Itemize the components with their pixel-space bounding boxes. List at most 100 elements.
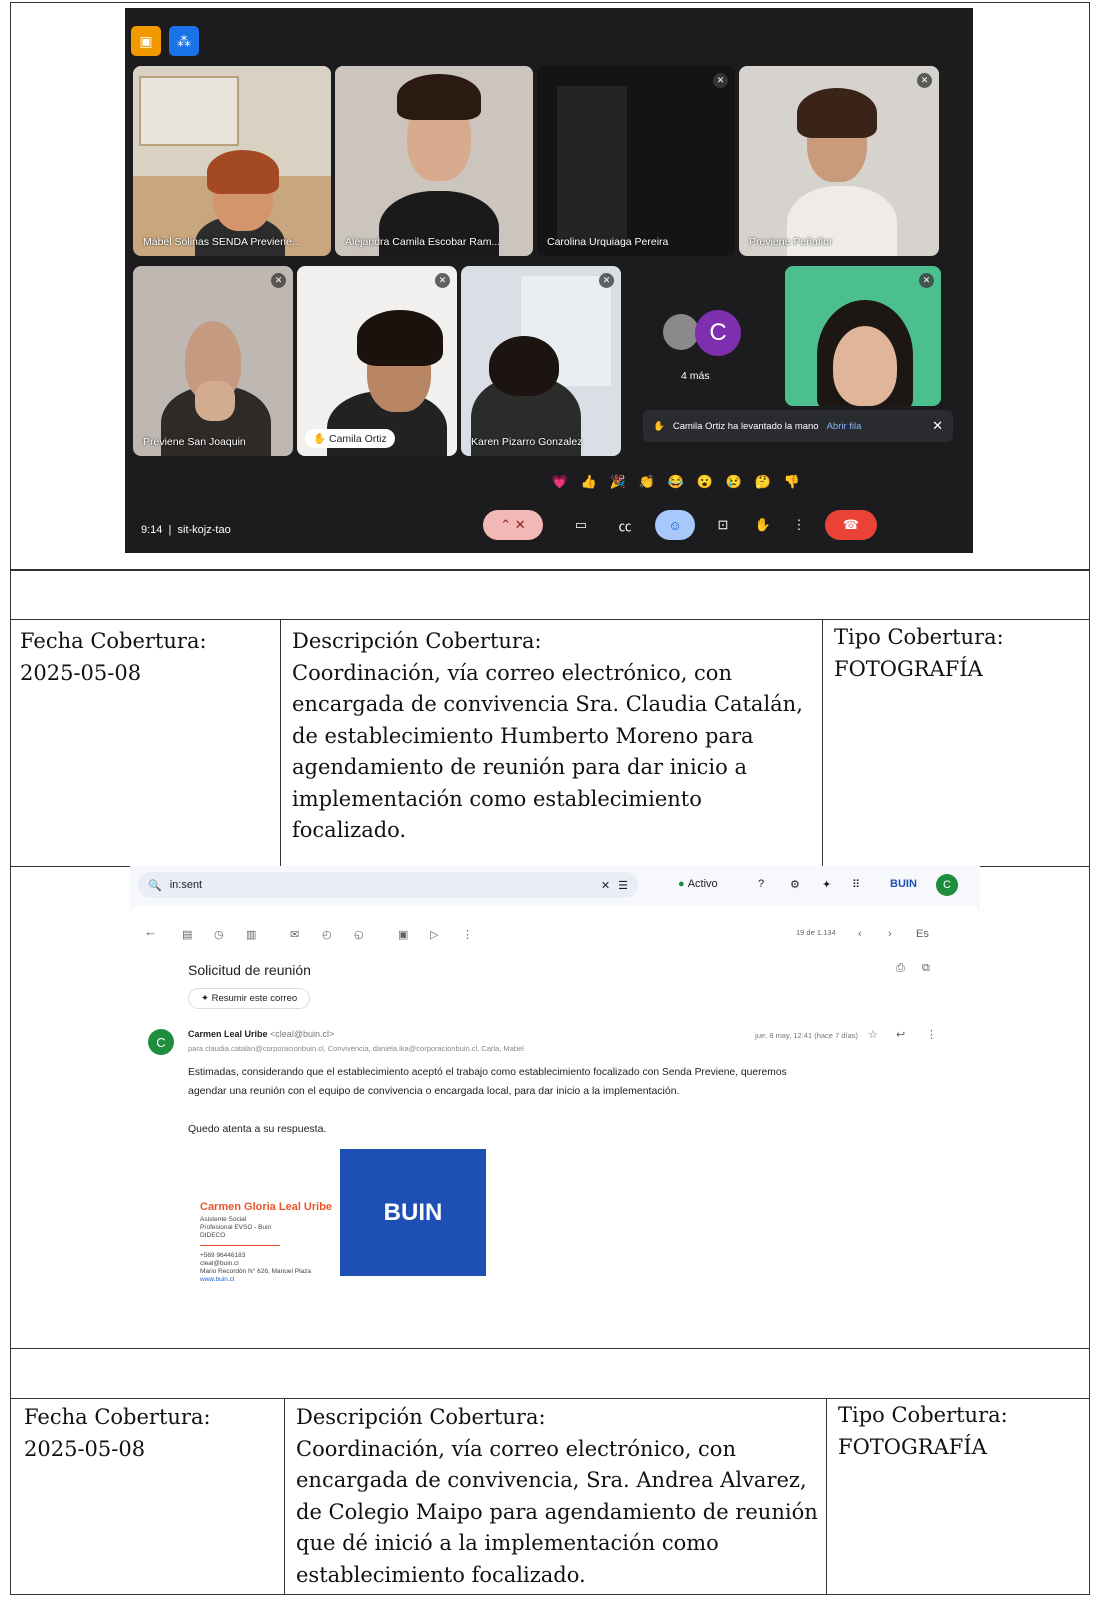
participant-name: Camila Ortiz [329, 433, 387, 445]
divider [10, 1398, 1090, 1399]
label-icon[interactable]: ▷ [430, 928, 438, 941]
time: 9:14 [141, 524, 163, 536]
participant-name: Mabel Solinas SENDA Previene... [143, 236, 301, 248]
descripcion-line: Coordinación, vía correo electrónico, co… [292, 660, 732, 685]
filter-icon[interactable]: ☰ [618, 879, 628, 892]
surprised-icon[interactable]: 😮 [695, 472, 715, 492]
avatar: C [695, 310, 741, 356]
people-icon: ⁂ [169, 26, 199, 56]
sparkle-icon: ✦ [201, 993, 209, 1004]
prev-icon[interactable]: ‹ [858, 928, 862, 940]
search-icon[interactable]: 🔍 [148, 879, 162, 892]
sender-email: <cleal@buin.cl> [270, 1029, 335, 1039]
raise-hand-button[interactable]: ✋ [749, 510, 777, 540]
open-new-window-icon[interactable]: ⧉ [922, 962, 930, 975]
pager: 19 de 1.134 [796, 928, 836, 937]
sparkle-icon[interactable]: ✦ [822, 878, 831, 891]
summarize-button[interactable]: ✦ Resumir este correo [188, 988, 311, 1009]
descripcion-cell: Descripción Cobertura: Coordinación, vía… [292, 626, 817, 847]
notification-text: Camila Ortiz ha levantado la mano [672, 420, 819, 432]
account-avatar[interactable]: C [936, 874, 958, 896]
signature-web[interactable]: www.buin.cl [200, 1276, 234, 1284]
logo-text: BUIN [383, 1198, 443, 1226]
tipo-value: FOTOGRAFÍA [838, 1434, 987, 1459]
column-divider [280, 619, 281, 866]
party-icon[interactable]: 🎉 [608, 472, 628, 492]
archive-icon[interactable]: ▤ [182, 928, 192, 941]
captions-button[interactable]: ㏄ [611, 510, 639, 540]
delete-icon[interactable]: ▥ [246, 928, 256, 941]
participant-tile: ✕ Previene San Joaquin [133, 266, 293, 456]
apps-icon[interactable]: ⠿ [852, 878, 860, 891]
person-hair [357, 310, 443, 366]
descripcion-label: Descripción Cobertura: [292, 629, 542, 653]
participant-tile: ✕ Previene Peñaflor [739, 66, 939, 256]
mic-off-icon: ✕ [917, 73, 932, 88]
more-participants-tile[interactable]: C 4 más [625, 266, 781, 406]
move-icon[interactable]: ▣ [398, 928, 408, 941]
summarize-label: Resumir este correo [211, 993, 298, 1004]
person-hair [207, 150, 279, 194]
settings-icon[interactable]: ⚙ [790, 878, 800, 891]
reply-icon[interactable]: ↩ [896, 1028, 905, 1041]
descripcion-cell: Descripción Cobertura: Coordinación, vía… [296, 1402, 821, 1591]
sad-icon[interactable]: 😢 [724, 472, 744, 492]
mark-unread-icon[interactable]: ✉ [290, 928, 299, 941]
status-chip[interactable]: ● Activo [678, 878, 718, 890]
language-select[interactable]: Es [916, 928, 929, 940]
emoji-button[interactable]: ☺ [655, 510, 695, 540]
open-queue-link[interactable]: Abrir fila [827, 421, 862, 432]
thinking-icon[interactable]: 🤔 [753, 472, 773, 492]
tipo-value: FOTOGRAFÍA [834, 656, 983, 681]
more-options-icon[interactable]: ⋮ [789, 510, 809, 540]
meeting-time: 9:14 | sit-kojz-tao [141, 524, 231, 536]
clap-icon[interactable]: 👏 [637, 472, 657, 492]
buin-logo: BUIN [340, 1149, 486, 1276]
mic-toggle-button[interactable]: ⌃ ✕ [483, 510, 543, 540]
thumbs-up-icon[interactable]: 👍 [579, 472, 599, 492]
clear-search-icon[interactable]: ✕ [601, 879, 610, 892]
help-icon[interactable]: ? [758, 878, 764, 890]
participant-name: Previene San Joaquin [143, 436, 246, 448]
dark-background [557, 86, 627, 246]
more-participants-label: 4 más [681, 370, 710, 382]
descripcion-line: encargada de convivencia Sra. Claudia Ca… [292, 692, 803, 716]
reactions-bar: 💗 👍 🎉 👏 😂 😮 😢 🤔 👎 [550, 472, 802, 492]
participant-tile: Alejandra Camila Escobar Ram... [335, 66, 533, 256]
report-icon[interactable]: ◷ [214, 928, 224, 941]
camera-button[interactable]: ▭ [567, 510, 595, 540]
star-icon[interactable]: ☆ [868, 1028, 878, 1041]
sender-avatar: C [148, 1029, 174, 1055]
search-input[interactable]: in:sent [170, 879, 202, 891]
descripcion-line: focalizado. [292, 818, 407, 842]
print-icon[interactable]: ⎙ [896, 962, 905, 975]
snooze-icon[interactable]: ◴ [322, 928, 332, 941]
column-divider [826, 1398, 827, 1595]
email-subject: Solicitud de reunión [188, 962, 311, 978]
signature-org: Profesional EVSO - Buin [200, 1224, 272, 1231]
task-icon[interactable]: ◵ [354, 928, 364, 941]
hand-icon: ✋ [653, 420, 665, 432]
next-icon[interactable]: › [888, 928, 892, 940]
more-options-icon[interactable]: ⋮ [926, 1028, 937, 1041]
heart-icon[interactable]: 💗 [550, 472, 570, 492]
close-icon[interactable]: ✕ [932, 418, 943, 434]
descripcion-label: Descripción Cobertura: [296, 1405, 546, 1429]
tipo-label: Tipo Cobertura: [838, 1403, 1008, 1427]
participant-tile: ✕ [785, 266, 941, 406]
participant-name: Carolina Urquiaga Pereira [547, 236, 669, 248]
back-icon[interactable]: ← [144, 924, 157, 939]
signature-divider [200, 1245, 280, 1246]
participant-name: Karen Pizarro Gonzalez [471, 436, 583, 448]
present-button[interactable]: ⊡ [709, 510, 737, 540]
thumbs-down-icon[interactable]: 👎 [782, 472, 802, 492]
recipients: para claudia.catalan@corporacionbuin.cl,… [188, 1044, 524, 1053]
laugh-icon[interactable]: 😂 [666, 472, 686, 492]
participant-tile: Mabel Solinas SENDA Previene... [133, 66, 331, 256]
signature-phone: +569 96446183 [200, 1252, 246, 1259]
fecha-label: Fecha Cobertura: [20, 629, 207, 653]
more-options-icon[interactable]: ⋮ [462, 928, 473, 941]
end-call-button[interactable]: ☎ [825, 510, 877, 540]
search-bar[interactable]: 🔍 in:sent ✕ ☰ [138, 872, 638, 898]
hand-raised-notification: ✋ Camila Ortiz ha levantado la mano Abri… [643, 410, 953, 442]
